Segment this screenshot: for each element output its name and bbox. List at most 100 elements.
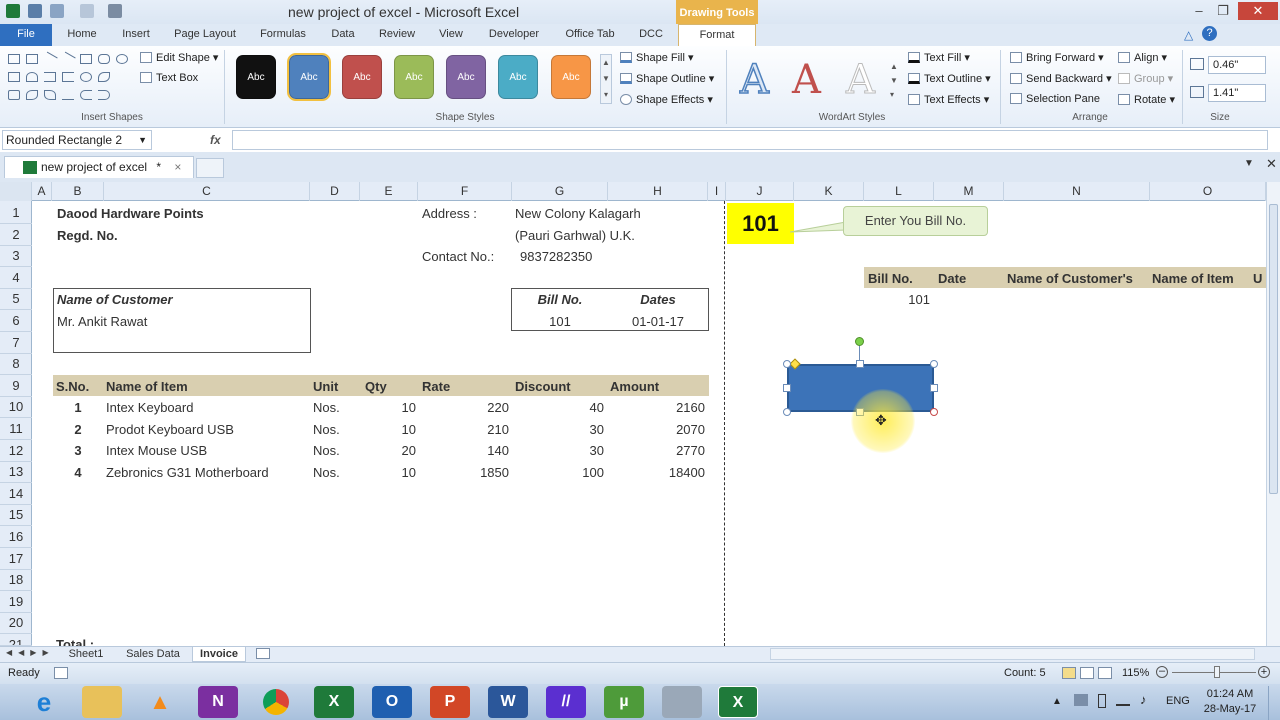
shape-effects-button[interactable]: Shape Effects ▾ xyxy=(620,93,713,106)
tab-developer[interactable]: Developer xyxy=(482,24,546,46)
row-header[interactable]: 9 xyxy=(0,375,32,397)
column-header-b[interactable]: B xyxy=(52,182,104,201)
row-header[interactable]: 21 xyxy=(0,634,32,646)
customize-qat-icon[interactable] xyxy=(108,4,122,18)
column-header-d[interactable]: D xyxy=(310,182,360,201)
row-header[interactable]: 20 xyxy=(0,612,32,634)
battery-icon[interactable] xyxy=(1098,694,1106,708)
shape-style-swatch[interactable]: Abc xyxy=(394,55,434,99)
formula-input[interactable] xyxy=(232,130,1268,150)
column-header-h[interactable]: H xyxy=(608,182,708,201)
wordart-style-outline[interactable]: A xyxy=(739,57,769,103)
rotate-button[interactable]: Rotate ▾ xyxy=(1118,93,1175,106)
bill-no-label[interactable]: Bill No. xyxy=(512,292,608,307)
outlook-icon[interactable]: O xyxy=(372,686,412,718)
customer-label[interactable]: Name of Customer xyxy=(57,292,173,307)
items-header-sno[interactable]: S.No. xyxy=(56,379,89,394)
column-header-m[interactable]: M xyxy=(934,182,1004,201)
sheet-tab-invoice[interactable]: Invoice xyxy=(192,647,246,662)
items-header-qty[interactable]: Qty xyxy=(365,379,387,394)
tab-list-dropdown-icon[interactable]: ▼ xyxy=(1244,158,1254,169)
text-box-button[interactable]: Text Box xyxy=(140,72,198,84)
rotation-handle[interactable] xyxy=(855,337,864,346)
resize-handle[interactable] xyxy=(856,360,864,368)
normal-view-icon[interactable] xyxy=(1062,667,1076,679)
selection-pane-button[interactable]: Selection Pane xyxy=(1010,93,1100,105)
item-rate[interactable]: 210 xyxy=(418,422,509,437)
file-explorer-icon[interactable] xyxy=(82,686,122,718)
shape-style-swatch[interactable]: Abc xyxy=(342,55,382,99)
send-backward-button[interactable]: Send Backward ▾ xyxy=(1010,72,1112,85)
text-effects-button[interactable]: Text Effects ▾ xyxy=(908,93,989,106)
column-header-a[interactable]: A xyxy=(32,182,52,201)
row-header[interactable]: 18 xyxy=(0,569,32,591)
item-unit[interactable]: Nos. xyxy=(313,400,340,415)
sheet-navigation-arrows[interactable]: ◀◀▶▶ xyxy=(6,648,55,657)
item-name[interactable]: Intex Mouse USB xyxy=(106,443,207,458)
tab-format[interactable]: Format xyxy=(678,24,756,46)
tab-data[interactable]: Data xyxy=(324,24,362,46)
item-qty[interactable]: 10 xyxy=(360,400,416,415)
item-discount[interactable]: 30 xyxy=(512,443,604,458)
side-header-date[interactable]: Date xyxy=(938,271,966,286)
close-document-icon[interactable]: ✕ xyxy=(1266,156,1277,172)
app-icon[interactable]: // xyxy=(546,686,586,718)
item-sno[interactable]: 3 xyxy=(53,443,103,458)
bill-number-highlight[interactable]: 101 xyxy=(727,203,794,244)
row-header[interactable]: 11 xyxy=(0,418,32,440)
resize-handle[interactable] xyxy=(930,384,938,392)
side-header-customer[interactable]: Name of Customer's xyxy=(1007,271,1133,286)
insert-sheet-icon[interactable] xyxy=(256,648,270,659)
item-unit[interactable]: Nos. xyxy=(313,443,340,458)
wordart-scroll[interactable]: ▲ ▼ ▾ xyxy=(890,60,898,102)
contact-number[interactable]: 9837282350 xyxy=(520,249,592,264)
regd-no-label[interactable]: Regd. No. xyxy=(57,228,118,243)
items-header-amount[interactable]: Amount xyxy=(610,379,659,394)
item-amount[interactable]: 2070 xyxy=(608,422,705,437)
chrome-icon[interactable] xyxy=(256,686,296,718)
save-icon[interactable] xyxy=(28,4,42,18)
excel-taskbar-icon[interactable]: X xyxy=(314,686,354,718)
window-app-icon[interactable] xyxy=(662,686,702,718)
date-value[interactable]: 01-01-17 xyxy=(608,314,708,329)
row-header[interactable]: 4 xyxy=(0,267,32,289)
shape-height-input[interactable]: 0.46" xyxy=(1208,56,1266,74)
column-header-i[interactable]: I xyxy=(708,182,726,201)
side-bill-value[interactable]: 101 xyxy=(864,292,930,307)
bring-forward-button[interactable]: Bring Forward ▾ xyxy=(1010,51,1104,64)
item-sno[interactable]: 4 xyxy=(53,465,103,480)
sheet-tab-sheet1[interactable]: Sheet1 xyxy=(60,647,112,662)
resize-handle[interactable] xyxy=(783,384,791,392)
column-header-l[interactable]: L xyxy=(864,182,934,201)
insert-function-button[interactable]: fx xyxy=(210,130,230,150)
tab-view[interactable]: View xyxy=(432,24,470,46)
volume-icon[interactable]: ♪ xyxy=(1140,692,1147,707)
total-label[interactable]: Total : xyxy=(56,637,94,646)
column-header-e[interactable]: E xyxy=(360,182,418,201)
address-line-1[interactable]: New Colony Kalagarh xyxy=(515,206,641,221)
items-header-discount[interactable]: Discount xyxy=(515,379,571,394)
row-header[interactable]: 19 xyxy=(0,591,32,613)
callout-note[interactable]: Enter You Bill No. xyxy=(843,206,988,236)
resize-handle[interactable] xyxy=(783,360,791,368)
network-icon[interactable] xyxy=(1116,694,1130,706)
onenote-icon[interactable]: N xyxy=(198,686,238,718)
name-box[interactable]: Rounded Rectangle 2 ▼ xyxy=(2,130,152,150)
help-icon[interactable]: ? xyxy=(1202,26,1217,41)
internet-explorer-icon[interactable]: e xyxy=(24,686,64,718)
row-header[interactable]: 14 xyxy=(0,483,32,505)
address-label[interactable]: Address : xyxy=(422,206,477,221)
item-qty[interactable]: 10 xyxy=(360,465,416,480)
shapes-gallery[interactable] xyxy=(8,51,132,106)
column-header-f[interactable]: F xyxy=(418,182,512,201)
item-sno[interactable]: 1 xyxy=(53,400,103,415)
shape-style-swatch[interactable]: Abc xyxy=(446,55,486,99)
tab-office-tab[interactable]: Office Tab xyxy=(558,24,622,46)
new-tab-button[interactable] xyxy=(196,158,224,178)
shape-styles-scroll[interactable]: ▲ ▼ ▾ xyxy=(600,54,612,104)
vertical-scroll-thumb[interactable] xyxy=(1269,204,1278,494)
language-indicator[interactable]: ENG xyxy=(1166,695,1190,707)
column-header-o[interactable]: O xyxy=(1150,182,1266,201)
items-header-name[interactable]: Name of Item xyxy=(106,379,188,394)
item-amount[interactable]: 2160 xyxy=(608,400,705,415)
